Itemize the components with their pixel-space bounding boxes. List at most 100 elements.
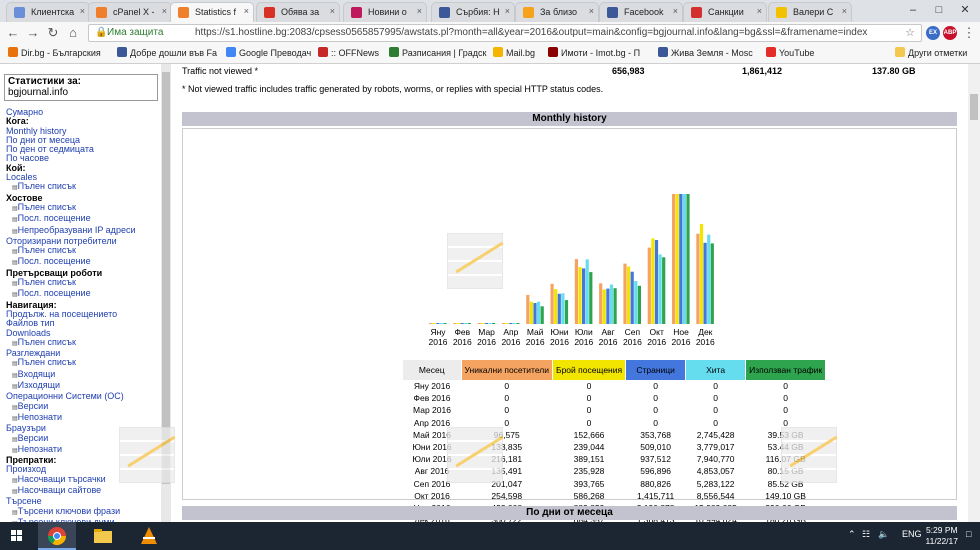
value-cell: 0 xyxy=(504,393,510,404)
tab-close-icon[interactable]: × xyxy=(673,6,678,16)
home-icon[interactable]: ⌂ xyxy=(64,24,82,42)
main-scroll-thumb[interactable] xyxy=(970,94,978,120)
value-cell: 0 xyxy=(653,393,658,404)
bookmark-mailbg[interactable]: Mail.bg xyxy=(493,47,535,58)
bookmark-favicon-icon xyxy=(117,47,127,57)
tab-close-icon[interactable]: × xyxy=(589,6,594,16)
main-scrollbar[interactable] xyxy=(968,64,980,522)
chart-bar xyxy=(477,323,481,324)
vlc-icon[interactable] xyxy=(130,522,168,550)
tab-close-icon[interactable]: × xyxy=(757,6,762,16)
chart-bar xyxy=(557,293,561,324)
tab-label: Клиентска xyxy=(31,7,75,17)
bookmarks-bar: Dir.bg - Българския Добре дошли във Fa G… xyxy=(0,44,980,64)
sidebar-subitem[interactable]: Посл. посещение xyxy=(6,213,135,225)
month-cell: Фев 2016 xyxy=(413,393,451,404)
file-explorer-icon[interactable] xyxy=(84,522,122,550)
chart-bar xyxy=(599,283,603,324)
close-window-icon[interactable]: ✕ xyxy=(952,0,978,22)
browser-tab[interactable]: Сърбия: Н × xyxy=(431,2,515,22)
windows-start-icon[interactable] xyxy=(0,522,34,550)
browser-tab[interactable]: Facebook × xyxy=(599,2,683,22)
value-cell: 53.44 GB xyxy=(767,442,804,453)
sidebar-subitem[interactable]: Пълен списък xyxy=(6,182,135,193)
tab-close-icon[interactable]: × xyxy=(842,6,847,16)
chart-bar xyxy=(699,224,704,324)
browser-tab[interactable]: Санкции × xyxy=(683,2,767,22)
menu-icon[interactable]: ⋮ xyxy=(960,24,978,42)
chart-bar xyxy=(613,288,617,324)
tab-close-icon[interactable]: × xyxy=(162,6,167,16)
chrome-taskbar-icon[interactable] xyxy=(38,522,76,550)
bookmark-schedules[interactable]: Разписания | Градск xyxy=(389,47,486,58)
chart-year-label: 2016 xyxy=(599,337,618,347)
tab-close-icon[interactable]: × xyxy=(417,6,422,16)
bookmark-facebook[interactable]: Добре дошли във Fa xyxy=(117,47,217,58)
table-row: Фев 2016 0 0 0 0 0 xyxy=(403,392,826,404)
chart-bar xyxy=(654,240,659,324)
tab-close-icon[interactable]: × xyxy=(244,6,249,16)
chart-bar xyxy=(505,323,509,324)
value-cell: 201,047 xyxy=(491,478,523,489)
browser-tab[interactable]: Statistics f × xyxy=(170,2,254,22)
notifications-icon[interactable]: □ xyxy=(966,529,971,539)
site-name: bgjournal.info xyxy=(8,87,69,98)
chart-bar xyxy=(647,247,651,324)
maximize-icon[interactable]: □ xyxy=(926,0,952,22)
sidebar-subitem[interactable]: Посл. посещение xyxy=(6,289,135,300)
tab-close-icon[interactable]: × xyxy=(505,6,510,16)
clock[interactable]: 5:29 PM 11/22/17 xyxy=(926,525,958,547)
address-bar[interactable]: 🔒 Има защита https://s1.hostline.bg:2083… xyxy=(88,24,922,42)
browser-tab[interactable]: Обява за × xyxy=(256,2,340,22)
chart-bar xyxy=(550,283,554,324)
chart-bar xyxy=(516,323,520,324)
reload-icon[interactable]: ↻ xyxy=(44,24,62,42)
network-icon[interactable]: ☷ xyxy=(862,529,870,540)
bookmark-zhiva-zemlya[interactable]: Жива Земля - Mosc xyxy=(658,47,753,58)
bookmark-favicon-icon xyxy=(493,47,503,57)
chart-bar xyxy=(492,323,496,324)
adblock-icon[interactable]: ABP xyxy=(943,26,957,40)
bookmark-offnews[interactable]: :: OFFNews xyxy=(318,47,379,58)
bookmark-dir[interactable]: Dir.bg - Българския xyxy=(8,47,101,58)
tray-chevron-icon[interactable]: ⌃ xyxy=(848,529,856,540)
month-cell: Мар 2016 xyxy=(413,405,451,416)
chart-bar xyxy=(443,323,447,324)
back-icon[interactable]: ← xyxy=(4,24,22,42)
value-cell: 152,666 xyxy=(573,429,605,440)
extension-icon[interactable]: EX xyxy=(926,26,940,40)
bookmark-imot[interactable]: Имоти - Imot.bg - П xyxy=(548,47,640,58)
bookmark-youtube[interactable]: YouTube xyxy=(766,47,814,58)
value-cell: 116.07 GB xyxy=(765,454,806,465)
month-cell: Окт 2016 xyxy=(414,490,450,501)
bookmark-star-icon[interactable]: ☆ xyxy=(905,25,915,41)
browser-tab[interactable]: Новини о × xyxy=(343,2,427,22)
bookmark-other[interactable]: Други отметки xyxy=(895,47,967,58)
tab-close-icon[interactable]: × xyxy=(330,6,335,16)
browser-tab[interactable]: cPanel X - × xyxy=(88,2,172,22)
forward-icon[interactable]: → xyxy=(24,24,42,42)
value-cell: 0 xyxy=(783,405,788,416)
minimize-icon[interactable]: – xyxy=(900,0,926,22)
tab-label: Валери С xyxy=(793,7,834,17)
chart-month-label: Юни xyxy=(550,327,568,337)
browser-tab[interactable]: За близо × xyxy=(515,2,599,22)
language-indicator[interactable]: ENG xyxy=(902,529,922,539)
tab-close-icon[interactable]: × xyxy=(80,6,85,16)
value-cell: 7,940,770 xyxy=(696,454,735,465)
volume-icon[interactable]: 🔈 xyxy=(878,529,889,540)
bookmark-google-translate[interactable]: Google Преводач xyxy=(226,47,311,58)
table-row: Апр 2016 0 0 0 0 0 xyxy=(403,417,826,429)
value-cell: 39.53 GB xyxy=(767,429,804,440)
url-text[interactable]: https://s1.hostline.bg:2083/cpsess056585… xyxy=(195,25,867,41)
chart-bar xyxy=(606,288,610,324)
tab-favicon-icon xyxy=(351,7,362,18)
sidebar-scrollbar[interactable] xyxy=(161,64,171,522)
sidebar-scroll-thumb[interactable] xyxy=(162,72,170,484)
chart-bar xyxy=(589,272,593,324)
browser-tab[interactable]: Валери С × xyxy=(768,2,852,22)
browser-tab[interactable]: Клиентска × xyxy=(6,2,90,22)
value-cell: 586,268 xyxy=(573,490,605,501)
value-cell: 135,491 xyxy=(491,466,523,477)
chart-month-label: Дек xyxy=(698,327,712,337)
